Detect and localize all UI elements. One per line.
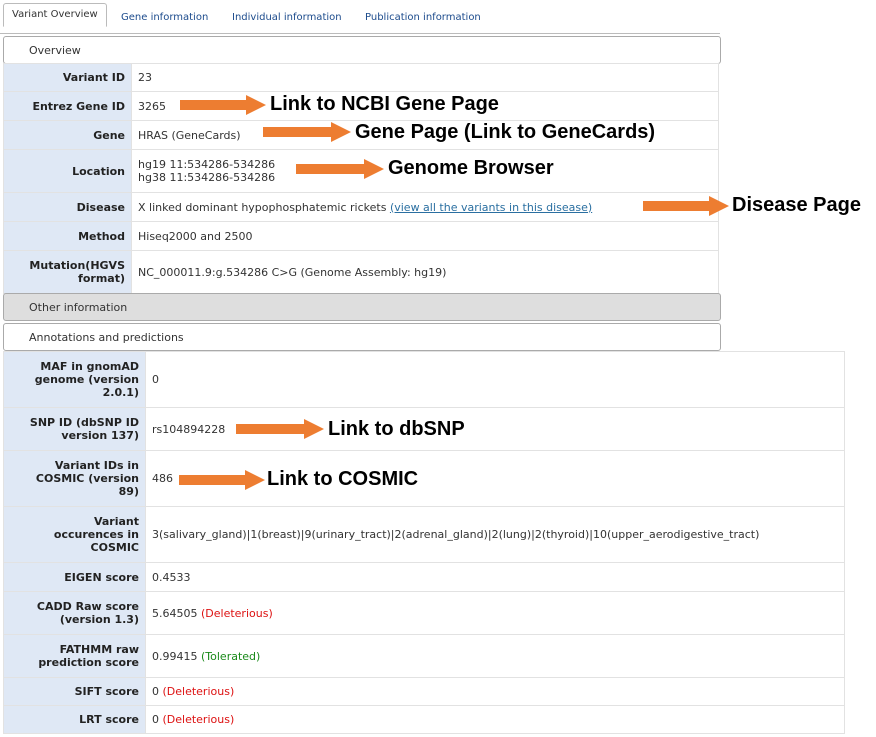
cadd-value-cell: 5.64505 (Deleterious): [145, 591, 845, 635]
disease-name: X linked dominant hypophosphatemic ricke…: [138, 200, 387, 214]
view-all-variants-link[interactable]: (view all the variants in this disease): [390, 201, 592, 214]
sift-label: SIFT score: [3, 677, 146, 706]
annotations-table: MAF in gnomAD genome (version 2.0.1) 0 S…: [3, 351, 845, 734]
other-information-section-header[interactable]: Other information: [3, 293, 721, 321]
sift-value: 0: [152, 685, 159, 698]
sift-value-cell: 0 (Deleterious): [145, 677, 845, 706]
cosmic-ids-label: Variant IDs in COSMIC (version 89): [3, 450, 146, 507]
snp-id-label-line2: version 137): [61, 429, 139, 442]
tab-divider: [0, 33, 720, 34]
method-value: Hiseq2000 and 2500: [131, 221, 719, 251]
occurences-label-line1: Variant: [93, 515, 139, 528]
maf-label: MAF in gnomAD genome (version 2.0.1): [3, 351, 146, 408]
method-label: Method: [3, 221, 132, 251]
lrt-prediction: (Deleterious): [162, 713, 235, 726]
mutation-label-line2: format): [78, 272, 125, 285]
fathmm-value: 0.99415: [152, 649, 198, 663]
cadd-value: 5.64505: [152, 606, 198, 620]
tab-gene-information[interactable]: Gene information: [113, 8, 216, 27]
maf-value: 0: [145, 351, 845, 408]
row-fathmm: FATHMM raw prediction score 0.99415 (Tol…: [3, 634, 845, 678]
maf-label-line1: MAF in gnomAD: [40, 360, 139, 373]
row-cadd: CADD Raw score (version 1.3) 5.64505 (De…: [3, 591, 845, 635]
annotations-title: Annotations and predictions: [29, 331, 184, 344]
cadd-prediction: (Deleterious): [201, 606, 273, 620]
disease-value-cell: X linked dominant hypophosphatemic ricke…: [131, 192, 719, 222]
tab-bar: Variant Overview Gene information Indivi…: [0, 0, 720, 34]
row-disease: Disease X linked dominant hypophosphatem…: [3, 192, 719, 222]
annotation-dbsnp: Link to dbSNP: [328, 418, 465, 440]
maf-label-line3: 2.0.1): [102, 386, 139, 399]
eigen-label: EIGEN score: [3, 562, 146, 592]
tab-variant-overview[interactable]: Variant Overview: [3, 3, 107, 27]
row-lrt: LRT score 0 (Deleterious): [3, 705, 845, 734]
annotation-genecards: Gene Page (Link to GeneCards): [355, 121, 656, 143]
sift-prediction: (Deleterious): [162, 685, 235, 698]
eigen-value: 0.4533: [145, 562, 845, 592]
row-variant-id: Variant ID 23: [3, 63, 719, 92]
mutation-label: Mutation(HGVS format): [3, 250, 132, 294]
variant-id-label: Variant ID: [3, 63, 132, 92]
variant-id-value: 23: [131, 63, 719, 92]
occurences-label-line2: occurences in: [53, 528, 139, 541]
snp-id-label-line1: SNP ID (dbSNP ID: [29, 416, 139, 429]
gene-label: Gene: [3, 120, 132, 150]
cosmic-ids-label-line1: Variant IDs in: [54, 459, 139, 472]
snp-id-label: SNP ID (dbSNP ID version 137): [3, 407, 146, 451]
fathmm-label-line2: prediction score: [38, 656, 139, 669]
tab-publication-information[interactable]: Publication information: [357, 8, 489, 27]
fathmm-value-cell: 0.99415 (Tolerated): [145, 634, 845, 678]
cadd-label: CADD Raw score (version 1.3): [3, 591, 146, 635]
annotations-section-header[interactable]: Annotations and predictions: [3, 323, 721, 351]
row-mutation: Mutation(HGVS format) NC_000011.9:g.5342…: [3, 250, 719, 294]
lrt-value-cell: 0 (Deleterious): [145, 705, 845, 734]
mutation-label-line1: Mutation(HGVS: [29, 259, 125, 272]
entrez-gene-id-label: Entrez Gene ID: [3, 91, 132, 121]
row-cosmic-occurences: Variant occurences in COSMIC 3(salivary_…: [3, 506, 845, 563]
mutation-value: NC_000011.9:g.534286 C>G (Genome Assembl…: [131, 250, 719, 294]
lrt-label: LRT score: [3, 705, 146, 734]
cosmic-ids-label-line2: COSMIC (version: [35, 472, 139, 485]
arrow-ncbi-icon: [180, 95, 266, 115]
arrow-genecards-icon: [263, 122, 351, 142]
occurences-label: Variant occurences in COSMIC: [3, 506, 146, 563]
cadd-label-line1: CADD Raw score: [36, 600, 139, 613]
tab-individual-information[interactable]: Individual information: [224, 8, 350, 27]
annotation-cosmic: Link to COSMIC: [267, 468, 419, 490]
row-maf: MAF in gnomAD genome (version 2.0.1) 0: [3, 351, 845, 408]
disease-label: Disease: [3, 192, 132, 222]
annotation-genome-browser: Genome Browser: [388, 157, 554, 179]
occurences-value: 3(salivary_gland)|1(breast)|9(urinary_tr…: [145, 506, 845, 563]
occurences-label-line3: COSMIC: [90, 541, 139, 554]
annotation-disease: Disease Page: [732, 194, 861, 216]
row-sift: SIFT score 0 (Deleterious): [3, 677, 845, 706]
overview-section-header[interactable]: Overview: [3, 36, 721, 64]
fathmm-label-line1: FATHMM raw: [59, 643, 139, 656]
row-method: Method Hiseq2000 and 2500: [3, 221, 719, 251]
arrow-cosmic-icon: [179, 470, 265, 490]
arrow-dbsnp-icon: [236, 419, 324, 439]
cadd-label-line2: (version 1.3): [59, 613, 139, 626]
arrow-genome-browser-icon: [296, 159, 384, 179]
location-label: Location: [3, 149, 132, 193]
row-cosmic-ids: Variant IDs in COSMIC (version 89) 486: [3, 450, 845, 507]
lrt-value: 0: [152, 713, 159, 726]
maf-label-line2: genome (version: [34, 373, 139, 386]
row-eigen: EIGEN score 0.4533: [3, 562, 845, 592]
other-information-title: Other information: [29, 301, 128, 314]
cosmic-ids-label-line3: 89): [118, 485, 139, 498]
fathmm-prediction: (Tolerated): [201, 649, 261, 663]
arrow-disease-icon: [643, 196, 729, 216]
annotation-ncbi: Link to NCBI Gene Page: [270, 93, 499, 115]
overview-title: Overview: [29, 44, 81, 57]
fathmm-label: FATHMM raw prediction score: [3, 634, 146, 678]
